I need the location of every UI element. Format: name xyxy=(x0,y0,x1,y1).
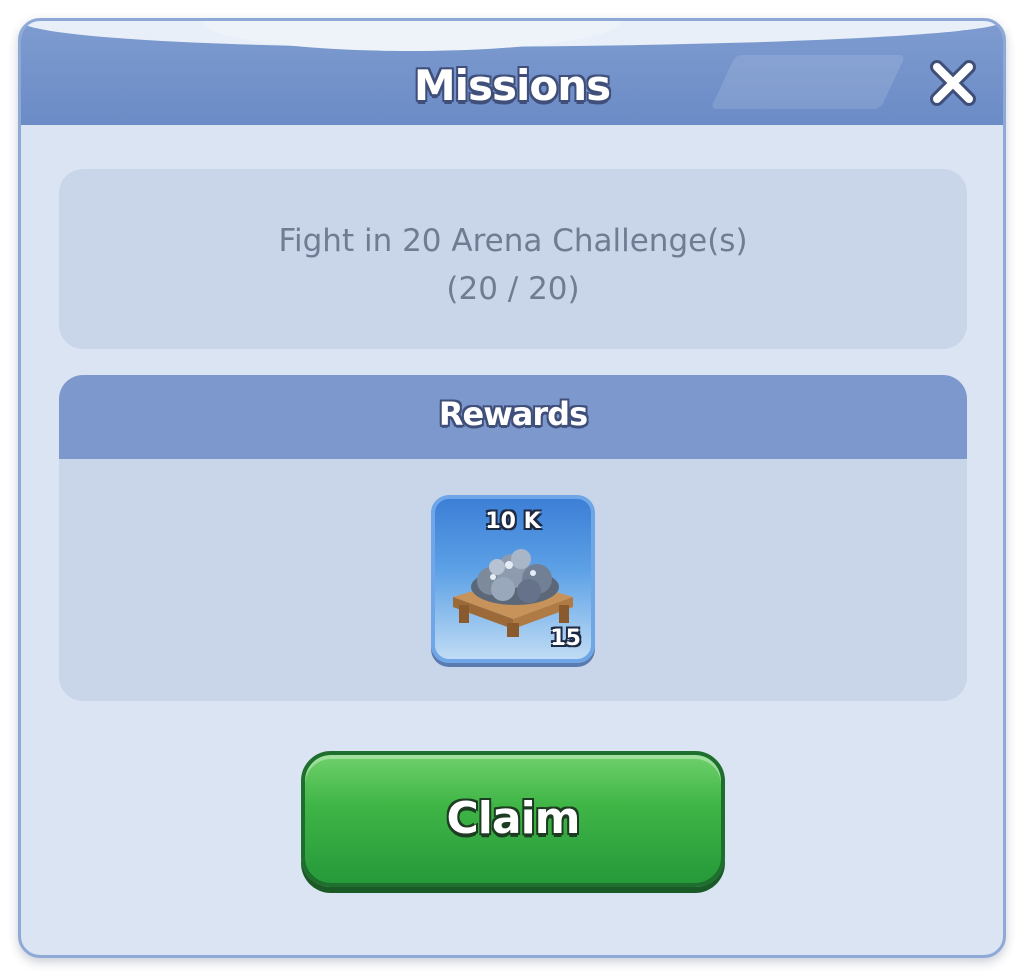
mission-card: Fight in 20 Arena Challenge(s) (20 / 20) xyxy=(59,169,967,349)
reward-item[interactable]: 10 K 15 xyxy=(431,495,595,663)
mission-progress: (20 / 20) xyxy=(446,271,580,307)
mission-text: Fight in 20 Arena Challenge(s) (20 / 20) xyxy=(59,217,967,313)
claim-label: Claim xyxy=(446,793,581,844)
missions-dialog: Missions Fight in 20 Arena Challenge(s) … xyxy=(18,18,1006,958)
rewards-header: Rewards xyxy=(59,375,967,459)
claim-button[interactable]: Claim xyxy=(301,751,725,887)
rewards-section: Rewards 10 K 15 xyxy=(59,375,967,701)
dialog-header: Missions xyxy=(21,21,1003,125)
ore-crate-icon xyxy=(453,549,573,637)
rewards-title: Rewards xyxy=(438,395,588,433)
close-icon xyxy=(930,60,976,106)
missions-screen: Missions Fight in 20 Arena Challenge(s) … xyxy=(0,0,1024,974)
close-button[interactable] xyxy=(925,55,981,111)
reward-amount: 10 K xyxy=(485,509,541,534)
dialog-title: Missions xyxy=(413,61,611,110)
reward-level: 15 xyxy=(550,626,581,651)
mission-description: Fight in 20 Arena Challenge(s) xyxy=(278,223,748,259)
snow-decoration-2 xyxy=(201,21,621,51)
